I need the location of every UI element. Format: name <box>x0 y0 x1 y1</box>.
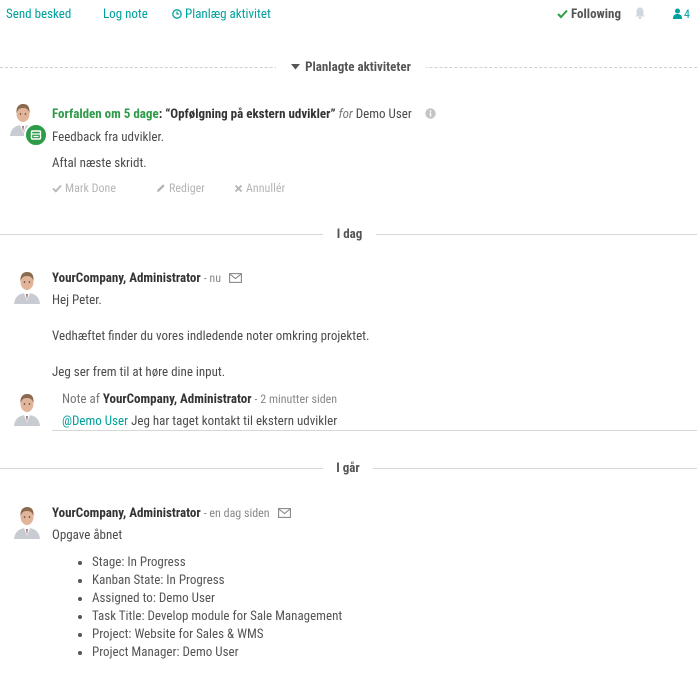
schedule-activity-button[interactable]: Planlæg aktivitet <box>172 7 271 22</box>
message-subtype: Opgave åbnet <box>52 528 123 543</box>
yesterday-separator-line-right <box>373 468 697 469</box>
activity-for-label: for <box>338 107 353 122</box>
note-header: Note af YourCompany, Administrator - 2 m… <box>62 392 337 407</box>
caret-down-icon <box>291 64 301 70</box>
pencil-icon <box>157 184 165 192</box>
following-button[interactable]: Following <box>557 7 621 22</box>
activity-title: “Opfølgning på ekstern udvikler” <box>165 107 336 122</box>
message-body-line: Hej Peter. <box>52 293 102 308</box>
bell-icon[interactable] <box>634 6 646 24</box>
edit-activity-label: Rediger <box>169 181 205 195</box>
cancel-activity-button[interactable]: Annullér <box>234 181 285 195</box>
following-label: Following <box>571 7 621 22</box>
planned-activities-label: Planlagte aktiviteter <box>305 60 411 75</box>
message-header: YourCompany, Administrator - en dag side… <box>52 506 291 522</box>
activity-colon: : <box>158 107 163 122</box>
message-time: - en dag siden <box>203 506 270 520</box>
date-separator-today: I dag <box>323 227 376 242</box>
mark-done-button[interactable]: Mark Done <box>52 181 116 195</box>
today-separator-line-left <box>0 234 323 235</box>
edit-activity-button[interactable]: Rediger <box>156 181 205 195</box>
activity-note-line-2: Aftal næste skridt. <box>52 156 147 171</box>
activity-type-icon <box>24 123 48 147</box>
times-icon <box>234 184 243 193</box>
user-icon <box>673 8 682 19</box>
date-separator-yesterday: I går <box>323 461 373 476</box>
envelope-icon <box>229 272 242 287</box>
tracking-value-item: Kanban State: In Progress <box>92 572 342 590</box>
message-body-line: Jeg ser frem til at høre dine input. <box>52 365 226 380</box>
cancel-activity-label: Annullér <box>246 181 286 195</box>
followers-button[interactable]: 4 <box>673 7 690 21</box>
user-avatar <box>12 270 42 304</box>
info-icon[interactable] <box>425 108 436 123</box>
check-icon <box>52 184 62 193</box>
follower-count: 4 <box>684 7 690 21</box>
tracking-value-item: Project Manager: Demo User <box>92 644 342 662</box>
message-author[interactable]: YourCompany, Administrator <box>52 506 201 521</box>
send-message-button[interactable]: Send besked <box>6 7 71 22</box>
activity-note-line-1: Feedback fra udvikler. <box>52 130 165 145</box>
activity-header: Forfalden om 5 dage: “Opfølgning på ekst… <box>52 107 436 123</box>
planned-activities-toggle[interactable]: Planlagte aktiviteter <box>276 60 426 75</box>
note-body: @Demo User Jeg har taget kontakt til eks… <box>62 414 337 429</box>
user-avatar <box>12 392 42 426</box>
note-time: - 2 minutter siden <box>254 392 338 406</box>
activity-due-label: Forfalden om 5 dage <box>52 107 159 122</box>
note-prefix: Note af <box>62 392 100 407</box>
note-author[interactable]: YourCompany, Administrator <box>103 392 252 407</box>
yesterday-separator-line-left <box>0 468 323 469</box>
note-bottom-border <box>52 430 697 431</box>
note-text: Jeg har taget kontakt til ekstern udvikl… <box>131 414 338 429</box>
chatter-panel: Send besked Log note Planlæg aktivitet F… <box>0 0 697 687</box>
tracking-value-item: Task Title: Develop module for Sale Mana… <box>92 608 342 626</box>
envelope-icon <box>277 507 291 522</box>
user-avatar <box>12 505 42 539</box>
message-body-line: Vedhæftet finder du vores indledende not… <box>52 329 370 344</box>
mark-done-label: Mark Done <box>65 181 116 195</box>
message-time: - nu <box>203 271 222 285</box>
tracking-value-item: Project: Website for Sales & WMS <box>92 626 342 644</box>
clock-icon <box>172 9 182 19</box>
message-header: YourCompany, Administrator - nu <box>52 271 242 287</box>
activity-assignee: Demo User <box>355 107 412 122</box>
log-note-button[interactable]: Log note <box>103 7 148 22</box>
mention-link[interactable]: @Demo User <box>62 414 128 429</box>
check-icon <box>557 9 568 19</box>
chatter-topbar: Send besked Log note Planlæg aktivitet F… <box>0 0 697 30</box>
message-author[interactable]: YourCompany, Administrator <box>52 271 201 286</box>
tracking-value-item: Assigned to: Demo User <box>92 590 342 608</box>
schedule-activity-label: Planlæg aktivitet <box>185 7 271 22</box>
tracking-value-item: Stage: In Progress <box>92 554 342 572</box>
tracking-values-list: Stage: In Progress Kanban State: In Prog… <box>52 554 342 662</box>
today-separator-line-right <box>376 234 697 235</box>
